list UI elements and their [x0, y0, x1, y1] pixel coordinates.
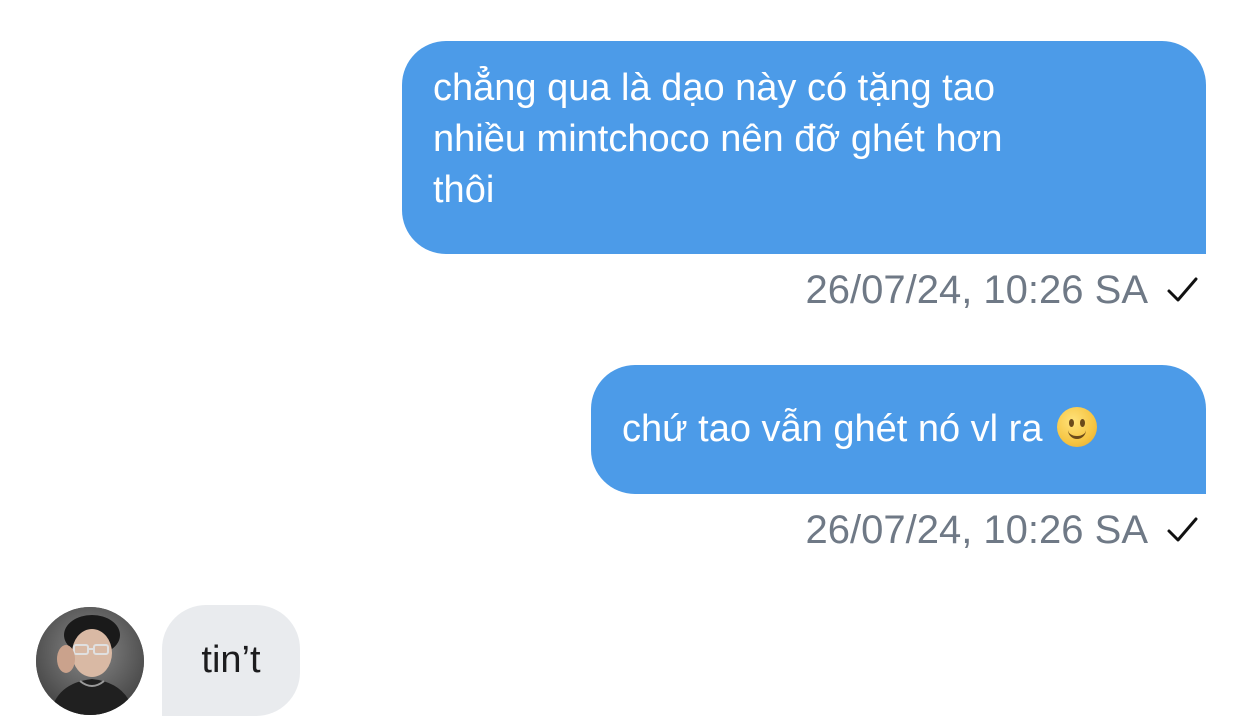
message-text-line: nhiều mintchoco nên đỡ ghét hơn [433, 118, 1003, 160]
message-text: tin’t [201, 639, 261, 681]
sent-message-bubble[interactable]: chẳng qua là dạo này có tặng tao nhiều m… [402, 41, 1206, 254]
message-text-line: thôi [433, 169, 495, 211]
message-text: chứ tao vẫn ghét nó vl ra [622, 408, 1043, 450]
avatar-photo-icon [36, 607, 144, 715]
sent-message-bubble[interactable]: chứ tao vẫn ghét nó vl ra [591, 365, 1206, 494]
contact-avatar[interactable] [36, 607, 144, 715]
message-timestamp: 26/07/24, 10:26 SA [805, 267, 1149, 312]
single-check-icon [1167, 517, 1198, 542]
message-text-line: chẳng qua là dạo này có tặng tao [433, 67, 996, 109]
message-meta: 26/07/24, 10:26 SA [806, 508, 1201, 552]
received-message-bubble[interactable]: tin’t [162, 605, 300, 716]
message-meta: 26/07/24, 10:26 SA [806, 268, 1201, 312]
message-timestamp: 26/07/24, 10:26 SA [805, 507, 1149, 552]
slightly-smiling-face-emoji-icon [1057, 407, 1098, 447]
single-check-icon [1167, 277, 1198, 302]
